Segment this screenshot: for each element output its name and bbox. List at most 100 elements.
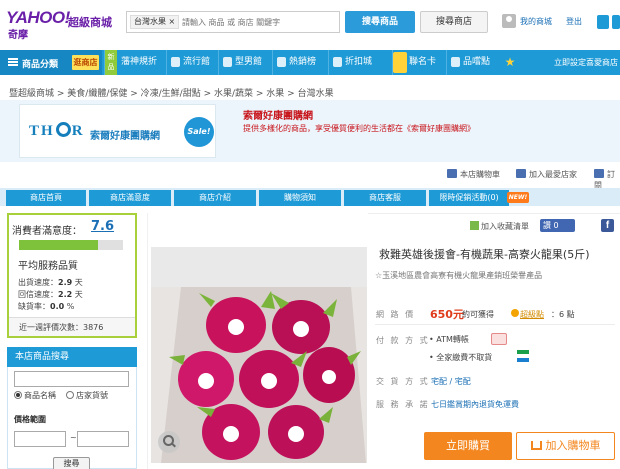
tab-store-home[interactable]: 商店首頁 (6, 190, 86, 206)
super-points-link[interactable]: 超級點 (520, 309, 544, 320)
logo-subtext: 奇摩 (8, 30, 28, 41)
search-store-button[interactable]: 搜尋商店 (420, 11, 488, 33)
nav-item-label: 折扣城 (345, 57, 373, 67)
search-product-button[interactable]: 搜尋商品 (345, 11, 415, 33)
set-favorite-store-link[interactable]: 立即設定喜愛商店 (554, 50, 618, 75)
atm-icon (491, 333, 507, 345)
shortage-rate-row: 缺貨率：0.0 % (18, 302, 75, 311)
facebook-share-icon[interactable]: f (601, 219, 614, 232)
nav-item-points[interactable]: 品嚐點 (446, 50, 490, 75)
nav-item-label: 品嚐點 (463, 57, 491, 67)
price-max-input[interactable] (77, 431, 129, 447)
tab-customer-service[interactable]: 商店客服 (344, 190, 426, 206)
points-text: 約可獲得 (462, 310, 494, 319)
radio-product-name[interactable]: 商品名稱 (14, 390, 56, 401)
product-subtitle: ☆玉溪地區農會高寮有機火龍果產銷班榮譽產品 (375, 271, 543, 280)
product-price: 650元 (430, 308, 464, 321)
nav-item-new[interactable]: 新品 藩神規折 (104, 50, 157, 75)
delivery-method-link[interactable]: 宅配 / 宅配 (431, 376, 471, 387)
add-favorite-store-link[interactable]: 加入最愛店家 (516, 169, 577, 180)
app-icon[interactable] (597, 15, 609, 29)
radio-empty-icon (66, 391, 74, 399)
nav-item-label: 藩神規折 (121, 57, 158, 67)
new-badge: 新品 (105, 50, 117, 75)
user-icon (502, 14, 516, 28)
payment-atm: • ATM轉帳 (429, 335, 469, 344)
breadcrumb-item[interactable]: 暨超級商城 (9, 89, 54, 99)
breadcrumb-item[interactable]: 水果 (266, 89, 284, 99)
satisfaction-label: 消費者滿意度： (12, 226, 82, 237)
breadcrumb-item[interactable]: 水果/蔬菜 (214, 89, 253, 99)
breadcrumb-item[interactable]: 美食/纖體/保健 (67, 89, 127, 99)
price-label: 網 路 價 (376, 310, 416, 319)
payment-label: 付 款 方 式 (376, 336, 430, 345)
price-min-input[interactable] (14, 431, 66, 447)
promo-title[interactable]: 索爾好康團購網 (243, 107, 313, 122)
store-cart-link[interactable]: 本店購物車 (447, 169, 500, 180)
tab-satisfaction[interactable]: 商店滿意度 (89, 190, 171, 206)
nav-item-label: 聯名卡 (409, 57, 437, 67)
breadcrumb-item[interactable]: 台灣水果 (298, 89, 334, 99)
nav-item-discount[interactable]: 折扣城 (328, 50, 372, 75)
star-icon[interactable]: ★ (502, 54, 518, 71)
price-range-dash: ~ (70, 433, 77, 442)
nav-item-fashion[interactable]: 流行館 (166, 50, 210, 75)
radio-selected-icon (14, 391, 22, 399)
browse-store-tag[interactable]: 逛商店 (72, 55, 99, 70)
mail-icon (594, 169, 604, 178)
product-photo[interactable] (151, 247, 367, 463)
search-input[interactable] (182, 14, 336, 30)
tab-store-intro[interactable]: 商店介紹 (174, 190, 256, 206)
nav-item-label: 熱銷榜 (289, 57, 317, 67)
top-header: YAHOO! 奇摩 超級商城 台灣水果 × 搜尋商品 搜尋商店 我的商城 登出 (0, 0, 620, 50)
store-cart-label: 本店購物車 (460, 170, 500, 179)
store-search-input[interactable] (14, 371, 129, 387)
yahoo-logo[interactable]: YAHOO! 奇摩 (6, 8, 70, 41)
service-promise-link[interactable]: 七日鑑賞期內退貨免運費 (431, 399, 519, 410)
reply-speed-row: 回信速度：2.2 天 (18, 290, 83, 299)
service-quality-title: 平均服務品質 (18, 261, 78, 272)
search-category-tag[interactable]: 台灣水果 × (130, 15, 180, 29)
hamburger-icon (8, 58, 18, 66)
points-icon (451, 57, 460, 67)
facebook-like-button[interactable]: 讚 0 (540, 219, 575, 232)
store-search-button[interactable]: 搜尋 (53, 457, 90, 469)
category-label: 商品分類 (22, 60, 59, 70)
satisfaction-bar (19, 240, 123, 250)
breadcrumb-item[interactable]: 冷凍/生鮮/甜點 (141, 89, 201, 99)
tab-promotions[interactable]: 限時促銷活動(0) (429, 190, 509, 206)
price-range-title: 價格範圍 (14, 415, 46, 424)
category-menu-button[interactable]: 商品分類 逛商店 (0, 50, 102, 75)
nav-item-card[interactable]: 聯名卡 (392, 50, 436, 75)
logout-link[interactable]: 登出 (566, 16, 582, 27)
product-title: 救難英雄後援會-有機蔬果-高寮火龍果(5斤) (379, 248, 590, 261)
cart-icon (447, 169, 457, 178)
promo-brand-name: 索爾好康團購網 (90, 131, 160, 142)
men-icon (223, 57, 232, 67)
add-to-favorites-link[interactable]: 加入收藏清單 (470, 221, 529, 232)
search-box[interactable]: 台灣水果 × (126, 11, 340, 33)
category-navbar: 商品分類 逛商店 新品 藩神規折 流行館 型男館 熱銷榜 折扣城 聯名卡 品嚐點… (0, 50, 620, 75)
discount-icon (333, 57, 342, 67)
payment-family-mart: • 全家繳費不取貨 (429, 353, 493, 362)
service-label: 服 務 承 諾 (376, 400, 430, 409)
thor-logo: TH R (29, 122, 85, 139)
satisfaction-score[interactable]: 7.6 (91, 219, 114, 234)
thor-logo-o-icon (55, 122, 71, 137)
more-icon[interactable] (612, 15, 620, 29)
buy-now-button[interactable]: 立即購買 (424, 432, 512, 460)
mall-name[interactable]: 超級商城 (68, 14, 112, 30)
my-shop-link[interactable]: 我的商城 (520, 16, 552, 27)
add-to-cart-button[interactable]: 加入購物車 (516, 432, 615, 460)
fashion-icon (171, 57, 180, 67)
nav-item-men[interactable]: 型男館 (218, 50, 262, 75)
info-divider (375, 324, 615, 325)
zoom-icon[interactable] (158, 431, 180, 453)
promo-description: 提供多樣化的商品，享受優質便利的生活都在《索爾好康團購網》 (243, 124, 475, 133)
weekly-review-count: 近一週評價次數：3876 (9, 317, 135, 336)
nav-item-bestseller[interactable]: 熱銷榜 (272, 50, 316, 75)
radio-store-code[interactable]: 店家貨號 (66, 390, 108, 401)
family-mart-icon (517, 350, 529, 362)
tab-shopping-notes[interactable]: 購物須知 (259, 190, 341, 206)
promo-banner[interactable]: TH R 索爾好康團購網 Sale! (19, 104, 216, 158)
